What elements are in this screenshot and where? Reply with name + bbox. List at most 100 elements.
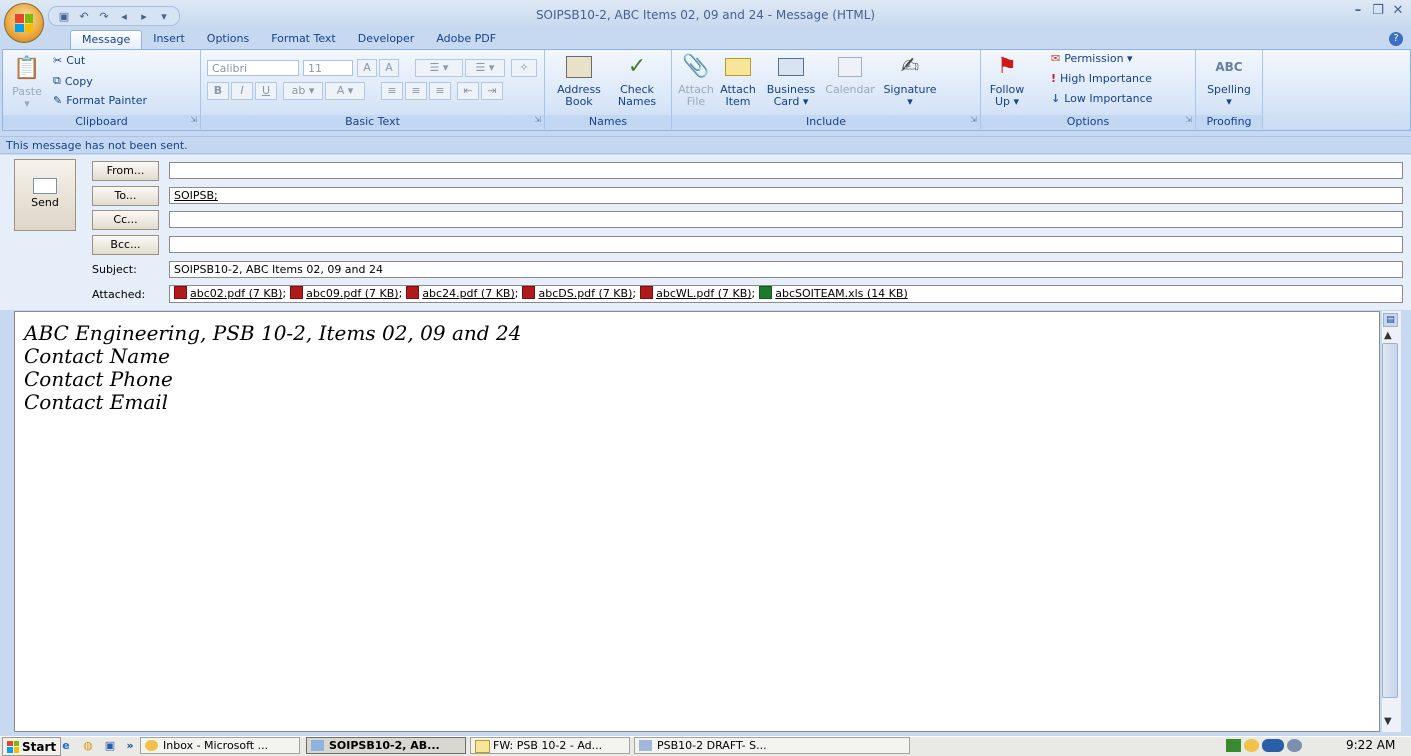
internet-explorer-icon[interactable]: e — [58, 738, 74, 753]
security-icon[interactable] — [1262, 739, 1284, 752]
taskbar-item[interactable]: FW: PSB 10-2 - Ad... — [470, 737, 630, 754]
outlook-tray-icon[interactable] — [1244, 739, 1259, 752]
attachment-item[interactable]: abcDS.pdf (7 KB); — [522, 286, 640, 300]
attachment-separator: ; — [751, 287, 756, 300]
dialog-launcher-icon[interactable]: ⇲ — [534, 113, 541, 127]
spelling-button[interactable]: ABC Spelling ▾ — [1202, 52, 1256, 108]
tab-developer[interactable]: Developer — [347, 30, 426, 50]
font-size-box[interactable]: 11 — [303, 60, 353, 76]
tab-insert[interactable]: Insert — [142, 30, 196, 50]
address-book-icon — [564, 52, 594, 82]
clear-formatting-icon[interactable]: ✧ — [511, 59, 537, 77]
window-title: SOIPSB10-2, ABC Items 02, 09 and 24 - Me… — [535, 8, 876, 22]
subject-field[interactable]: SOIPSB10-2, ABC Items 02, 09 and 24 — [169, 261, 1403, 278]
tab-options[interactable]: Options — [196, 30, 260, 50]
attachment-item[interactable]: abcSOITEAM.xls (14 KB) — [759, 286, 911, 300]
to-recipient[interactable]: SOIPSB; — [174, 189, 218, 202]
tab-adobe-pdf[interactable]: Adobe PDF — [425, 30, 507, 50]
cc-button[interactable]: Cc... — [92, 210, 159, 230]
scroll-up-icon[interactable]: ▲ — [1384, 330, 1392, 341]
ruler-toggle-icon[interactable]: ▤ — [1383, 313, 1398, 327]
send-button[interactable]: Send — [14, 159, 76, 231]
decrease-indent-icon[interactable]: ⇤ — [457, 82, 479, 100]
envelope-icon — [475, 740, 490, 753]
cut-button[interactable]: ✂ Cut — [53, 54, 85, 67]
paperclip-icon: 📎 — [682, 54, 710, 79]
dialog-launcher-icon[interactable]: ⇲ — [1185, 113, 1192, 127]
align-left-icon[interactable]: ≡ — [381, 82, 403, 100]
attach-item-button[interactable]: Attach Item — [716, 52, 760, 108]
font-name-box[interactable]: Calibri — [207, 60, 299, 76]
attachment-name: abc24.pdf (7 KB) — [422, 287, 515, 300]
bullets-icon[interactable]: ☰ ▾ — [415, 59, 463, 77]
attachment-item[interactable]: abc09.pdf (7 KB); — [290, 286, 406, 300]
message-window-icon — [311, 740, 324, 751]
attachment-separator: ; — [398, 287, 403, 300]
volume-icon[interactable] — [1287, 739, 1302, 752]
align-right-icon[interactable]: ≡ — [429, 82, 451, 100]
to-button[interactable]: To... — [92, 186, 159, 206]
help-icon[interactable]: ? — [1389, 32, 1403, 46]
attachment-separator: ; — [514, 287, 519, 300]
copy-button[interactable]: ⧉ Copy — [53, 74, 93, 88]
signature-button[interactable]: ✍ Signature ▾ — [880, 52, 940, 108]
message-body-text[interactable]: ABC Engineering, PSB 10-2, Items 02, 09 … — [24, 322, 521, 414]
business-card-button[interactable]: Business Card ▾ — [762, 52, 820, 108]
dialog-launcher-icon[interactable]: ⇲ — [190, 113, 197, 127]
align-center-icon[interactable]: ≡ — [405, 82, 427, 100]
bcc-field[interactable] — [169, 236, 1403, 253]
scroll-thumb[interactable] — [1382, 343, 1398, 698]
highlight-icon[interactable]: ab ▾ — [283, 82, 323, 100]
minimize-icon[interactable]: – — [1351, 4, 1365, 18]
cc-field[interactable] — [169, 211, 1403, 228]
attachment-separator: ; — [282, 287, 287, 300]
close-icon[interactable]: ✕ — [1391, 4, 1405, 18]
taskbar-clock: 9:22 AM — [1346, 738, 1396, 752]
attachment-item[interactable]: abc24.pdf (7 KB); — [406, 286, 522, 300]
names-group: Address Book ✓ Check Names Names — [545, 50, 672, 129]
restore-icon[interactable]: ❐ — [1371, 4, 1385, 18]
check-names-button[interactable]: ✓ Check Names — [609, 52, 665, 108]
attachment-item[interactable]: abc02.pdf (7 KB); — [174, 286, 290, 300]
attachment-name: abc09.pdf (7 KB) — [306, 287, 399, 300]
bcc-button[interactable]: Bcc... — [92, 235, 159, 255]
italic-button[interactable]: I — [231, 82, 253, 100]
attachment-item[interactable]: abcWL.pdf (7 KB); — [640, 286, 759, 300]
address-book-button[interactable]: Address Book — [551, 52, 607, 108]
from-button[interactable]: From... — [92, 161, 159, 181]
scroll-down-icon[interactable]: ▼ — [1384, 716, 1392, 727]
pdf-file-icon — [640, 286, 654, 299]
clipboard-group-label: Clipboard ⇲ — [3, 115, 200, 129]
office-button[interactable] — [4, 3, 44, 43]
taskbar-item[interactable]: PSB10-2 DRAFT- S... — [634, 737, 910, 754]
high-importance-button[interactable]: ! High Importance — [1051, 72, 1152, 85]
taskbar-item-active[interactable]: SOIPSB10-2, AB... — [306, 737, 466, 754]
low-importance-button[interactable]: ↓ Low Importance — [1051, 92, 1152, 105]
dialog-launcher-icon[interactable]: ⇲ — [970, 113, 977, 127]
show-desktop-icon[interactable]: ▣ — [102, 738, 118, 753]
attach-file-button[interactable]: 📎 Attach File — [676, 52, 716, 108]
format-painter-button[interactable]: ✎ Format Painter — [53, 94, 147, 107]
permission-icon: ✉ — [1051, 52, 1061, 65]
follow-up-button[interactable]: ⚑ Follow Up ▾ — [985, 52, 1029, 108]
network-icon[interactable] — [1226, 739, 1241, 752]
start-button[interactable]: Start — [2, 737, 62, 756]
tab-message[interactable]: Message — [70, 30, 143, 51]
underline-button[interactable]: U — [255, 82, 277, 100]
grow-font-icon[interactable]: A — [357, 59, 377, 77]
calendar-button[interactable]: Calendar — [822, 52, 878, 96]
shrink-font-icon[interactable]: A — [379, 59, 399, 77]
paste-button[interactable]: 📋 Paste ▾ — [7, 54, 47, 110]
taskbar-item[interactable]: Inbox - Microsoft ... — [140, 737, 300, 754]
outlook-icon[interactable]: ◍ — [80, 738, 96, 753]
options-group: ⚑ Follow Up ▾ ✉ Permission ▾ ! High Importa… — [981, 50, 1196, 129]
to-field[interactable]: SOIPSB; — [169, 187, 1403, 204]
from-field[interactable] — [169, 162, 1403, 179]
tab-format-text[interactable]: Format Text — [260, 30, 347, 50]
numbering-icon[interactable]: ☰ ▾ — [465, 59, 505, 77]
bold-button[interactable]: B — [207, 82, 229, 100]
permission-button[interactable]: ✉ Permission ▾ — [1051, 52, 1133, 65]
font-color-icon[interactable]: A ▾ — [325, 82, 365, 100]
taskbar-overflow-chevron[interactable]: » — [122, 738, 138, 753]
increase-indent-icon[interactable]: ⇥ — [481, 82, 503, 100]
